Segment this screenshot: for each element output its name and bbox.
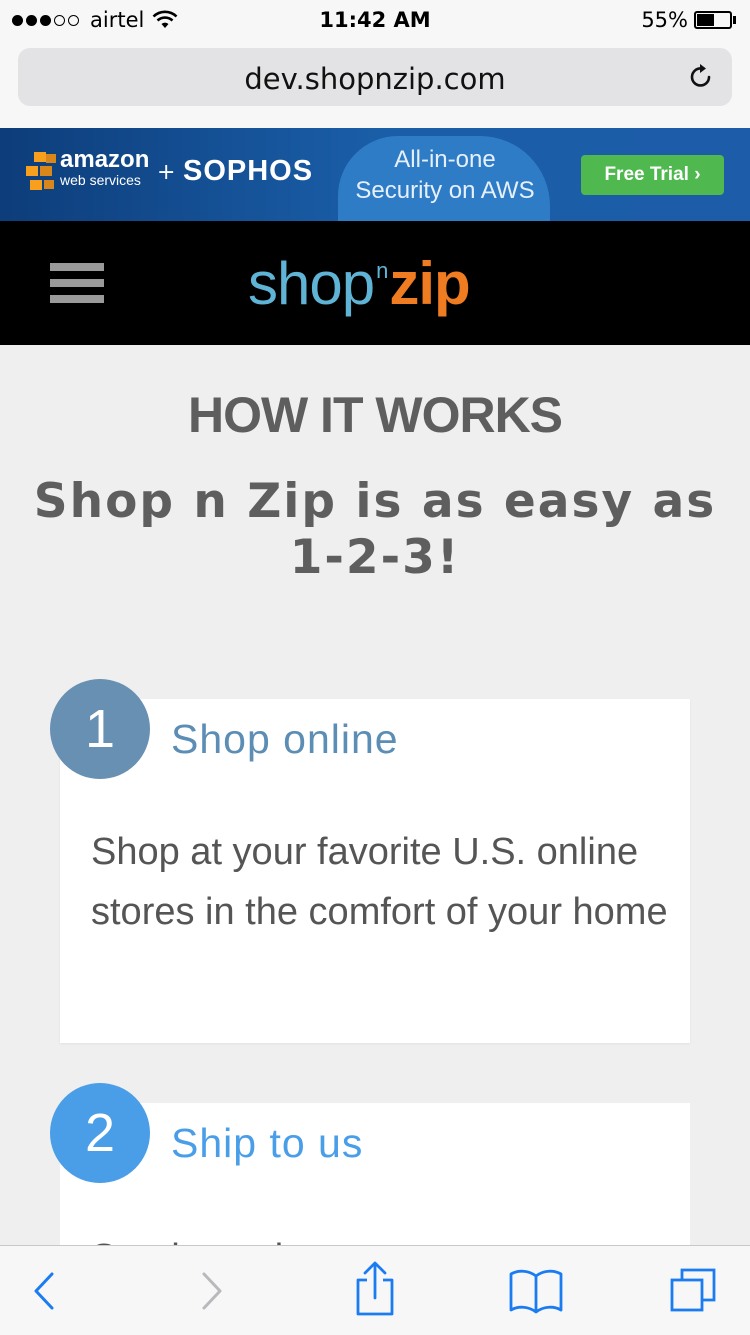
step-2-title: Ship to us: [171, 1120, 364, 1166]
ad-tagline: All-in-one Security on AWS: [340, 144, 550, 206]
address-bar[interactable]: dev.shopnzip.com: [18, 48, 732, 106]
forward-icon[interactable]: [186, 1266, 236, 1316]
aws-logo-text: amazon web services: [60, 146, 150, 188]
battery-tip: [733, 16, 736, 24]
battery-level: [697, 14, 714, 26]
aws-cubes-icon: [26, 152, 56, 190]
sophos-logo: SOPHOS: [183, 155, 314, 187]
battery-percentage: 55%: [641, 8, 688, 32]
logo-zip: zip: [389, 250, 470, 317]
tabs-icon[interactable]: [668, 1266, 718, 1316]
status-bar: airtel 11:42 AM 55%: [0, 0, 750, 40]
step-1-badge: 1: [50, 679, 150, 779]
site-header: shopnzip: [0, 221, 750, 345]
site-logo[interactable]: shopnzip: [248, 249, 471, 318]
back-icon[interactable]: [20, 1266, 70, 1316]
share-icon[interactable]: [350, 1260, 400, 1320]
aws-line1: amazon: [60, 146, 150, 173]
free-trial-button[interactable]: Free Trial ›: [581, 155, 724, 195]
ad-tagline-line2: Security on AWS: [355, 177, 535, 204]
section-heading: HOW IT WORKS: [187, 387, 563, 443]
menu-icon[interactable]: [50, 263, 104, 305]
aws-line2: web services: [60, 172, 141, 188]
bookmarks-icon[interactable]: [508, 1266, 564, 1316]
section-subtitle: Shop n Zip is as easy as 1-2-3!: [33, 474, 717, 585]
step-2-badge: 2: [50, 1083, 150, 1183]
browser-toolbar: [0, 1245, 750, 1335]
step-1-title: Shop online: [171, 716, 399, 762]
url-text[interactable]: dev.shopnzip.com: [18, 62, 732, 96]
step-1-description: Shop at your favorite U.S. online stores…: [91, 831, 668, 933]
browser-address-area: dev.shopnzip.com: [0, 40, 750, 128]
clock: 11:42 AM: [319, 8, 431, 32]
logo-shop: shop: [248, 250, 375, 317]
reload-icon[interactable]: [686, 62, 716, 92]
ad-tagline-line1: All-in-one: [394, 146, 496, 173]
ad-banner[interactable]: amazon web services + SOPHOS All-in-one …: [0, 128, 750, 221]
logo-n: n: [376, 258, 388, 283]
status-right: 55%: [641, 8, 736, 32]
battery-icon: [694, 11, 732, 29]
ad-plus: +: [157, 160, 176, 185]
